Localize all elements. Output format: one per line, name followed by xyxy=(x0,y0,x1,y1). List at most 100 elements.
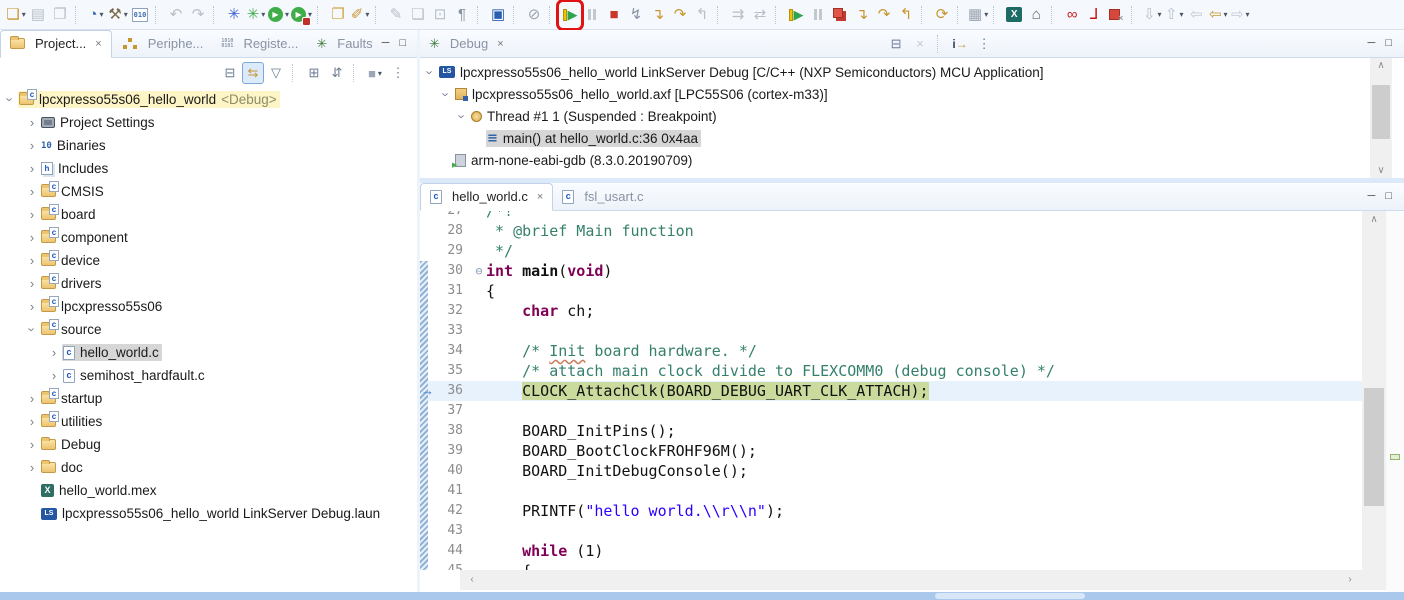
expander-open-icon[interactable]: › xyxy=(455,108,470,124)
expander-closed-icon[interactable]: › xyxy=(24,414,40,429)
fold-marker-icon[interactable]: ⊖ xyxy=(472,261,486,281)
open-console-icon[interactable]: ▣ xyxy=(488,3,508,27)
scrollbar-thumb[interactable] xyxy=(1372,85,1390,139)
project-item-cmsis[interactable]: ›CMSIS xyxy=(0,180,417,203)
project-item-binaries[interactable]: ›10Binaries xyxy=(0,134,417,157)
editor-tab-hello-world-c[interactable]: chello_world.c× xyxy=(420,183,553,211)
expander-closed-icon[interactable]: › xyxy=(24,437,40,452)
minimize-icon[interactable]: ─ xyxy=(1368,38,1376,49)
maximize-icon[interactable]: □ xyxy=(1385,191,1392,202)
scroll-up-icon[interactable]: ∧ xyxy=(1370,60,1392,71)
filter-icon[interactable]: ▽ xyxy=(265,62,287,84)
project-item-drivers[interactable]: ›drivers xyxy=(0,272,417,295)
show-whitespace-icon[interactable]: ¶ xyxy=(452,3,472,27)
show-disassembly-icon[interactable]: ⇄ xyxy=(750,3,770,27)
project-item-debug[interactable]: ›Debug xyxy=(0,433,417,456)
editor-horizontal-scrollbar[interactable]: ‹ › xyxy=(460,570,1362,590)
tab-project-[interactable]: Project...× xyxy=(0,30,112,58)
expander-closed-icon[interactable]: › xyxy=(24,184,40,199)
dropdown-arrow-icon[interactable]: ▾ xyxy=(1246,10,1250,19)
project-item-hello_world.c[interactable]: ›chello_world.c xyxy=(0,341,417,364)
window-bottom-scroll-segment[interactable] xyxy=(935,593,1085,599)
step-into-debug-icon[interactable]: ↴ xyxy=(852,3,872,27)
step-into-icon[interactable]: ↴ xyxy=(648,3,668,27)
project-item-lpcxpresso55s06[interactable]: ›lpcxpresso55s06 xyxy=(0,295,417,318)
restart-icon[interactable]: ⟳ xyxy=(932,3,952,27)
new-untitled-file-icon[interactable]: ✎ xyxy=(386,3,406,27)
debug-as-icon[interactable]: ✳▾ xyxy=(246,3,266,27)
close-icon[interactable]: × xyxy=(537,191,543,203)
project-item-board[interactable]: ›board xyxy=(0,203,417,226)
project-item-source[interactable]: ›source xyxy=(0,318,417,341)
select-working-set-icon[interactable]: ⊞ xyxy=(303,62,325,84)
code-area[interactable]: 27/*!28 * @brief Main function29 */30⊖in… xyxy=(420,211,1362,570)
home-icon[interactable]: ⌂ xyxy=(1026,3,1046,27)
scroll-down-icon[interactable]: ∨ xyxy=(1370,165,1392,176)
skip-all-breakpoints-icon[interactable]: ◔▾ xyxy=(86,3,106,27)
next-annotation-icon[interactable]: ❏ xyxy=(408,3,428,27)
dropdown-arrow-icon[interactable]: ▾ xyxy=(261,10,265,19)
mcuxpresso-config-tools-icon[interactable]: X xyxy=(1004,3,1024,27)
link-tool-icon[interactable]: ∞ xyxy=(1062,3,1082,27)
debug-item-thread[interactable]: ›Thread #1 1 (Suspended : Breakpoint) xyxy=(420,105,1362,127)
project-item-lpcxpresso55s06_hello_world[interactable]: ›lpcxpresso55s06_hello_world<Debug> xyxy=(0,88,417,111)
forward-icon[interactable]: ⇨▾ xyxy=(1230,3,1250,27)
collapse-all-icon[interactable]: ⊟ xyxy=(885,33,907,55)
project-item-includes[interactable]: ›hIncludes xyxy=(0,157,417,180)
resume-debug-icon[interactable]: ▶ xyxy=(786,3,806,27)
scrollbar-thumb[interactable] xyxy=(1364,388,1384,506)
pin-console-icon[interactable]: ⊘ xyxy=(524,3,544,27)
expander-closed-icon[interactable]: › xyxy=(24,299,40,314)
suspend-icon[interactable] xyxy=(582,3,602,27)
dropdown-arrow-icon[interactable]: ▾ xyxy=(100,10,104,19)
project-item-startup[interactable]: ›startup xyxy=(0,387,417,410)
terminate-icon[interactable]: ■ xyxy=(604,3,624,27)
debug-item-lpcxpresso55s06_hello_world.axf[interactable]: ›lpcxpresso55s06_hello_world.axf [LPC55S… xyxy=(420,83,1362,105)
layout-icon[interactable]: ■▾ xyxy=(364,62,386,84)
project-item-hello_world.mex[interactable]: Xhello_world.mex xyxy=(0,479,417,502)
dropdown-arrow-icon[interactable]: ▾ xyxy=(285,10,289,19)
restore-code-icon[interactable]: ⇧▾ xyxy=(1164,3,1184,27)
tab-faults[interactable]: ✳Faults xyxy=(307,30,381,58)
maximize-icon[interactable]: □ xyxy=(399,38,406,49)
link-with-editor-icon[interactable]: ⇆ xyxy=(242,62,264,84)
expander-closed-icon[interactable]: › xyxy=(24,138,40,153)
debug-vertical-scrollbar[interactable]: ∧ ∨ xyxy=(1370,58,1392,178)
project-explorer-tree[interactable]: ›lpcxpresso55s06_hello_world<Debug>›Proj… xyxy=(0,88,417,592)
expander-closed-icon[interactable]: › xyxy=(24,253,40,268)
debug-item-arm-none-eabi-gdb[interactable]: arm-none-eabi-gdb (8.3.0.20190709) xyxy=(420,149,1362,171)
open-resource-icon[interactable]: ❐ xyxy=(328,3,348,27)
collapse-all-icon[interactable]: ⊟ xyxy=(219,62,241,84)
debug-tree[interactable]: ›LSlpcxpresso55s06_hello_world LinkServe… xyxy=(420,58,1362,178)
dropdown-arrow-icon[interactable]: ▾ xyxy=(378,69,382,78)
last-edit-location-icon[interactable]: ⊡ xyxy=(430,3,450,27)
show-full-paths-icon[interactable]: i→ xyxy=(949,33,971,55)
back-icon[interactable]: ⇦▾ xyxy=(1208,3,1228,27)
scroll-right-icon[interactable]: › xyxy=(1342,574,1358,585)
instruction-stepping-icon[interactable]: ⇉ xyxy=(728,3,748,27)
dropdown-arrow-icon[interactable]: ▾ xyxy=(124,10,128,19)
expander-open-icon[interactable]: › xyxy=(3,92,18,108)
run-icon[interactable]: ▶▾ xyxy=(268,3,289,27)
update-code-icon[interactable]: ⇩▾ xyxy=(1142,3,1162,27)
expander-closed-icon[interactable]: › xyxy=(24,230,40,245)
dropdown-arrow-icon[interactable]: ▾ xyxy=(984,10,988,19)
step-over-debug-icon[interactable]: ↷ xyxy=(874,3,894,27)
memory-icon[interactable]: ▦▾ xyxy=(968,3,988,27)
build-icon[interactable]: ⚒▾ xyxy=(108,3,128,27)
project-item-lpcxpresso55s06_hello_world[interactable]: LSlpcxpresso55s06_hello_world LinkServer… xyxy=(0,502,417,525)
project-item-utilities[interactable]: ›utilities xyxy=(0,410,417,433)
tab-debug[interactable]: ✳Debug× xyxy=(420,30,513,58)
editor-vertical-scrollbar[interactable]: ∧ ∨ xyxy=(1362,211,1386,590)
dropdown-arrow-icon[interactable]: ▾ xyxy=(365,10,369,19)
expander-open-icon[interactable]: › xyxy=(423,64,438,80)
step-return-debug-icon[interactable]: ↰ xyxy=(896,3,916,27)
project-item-device[interactable]: ›device xyxy=(0,249,417,272)
expander-closed-icon[interactable]: › xyxy=(46,368,62,383)
expander-closed-icon[interactable]: › xyxy=(24,115,40,130)
save-icon[interactable]: ▤ xyxy=(28,3,48,27)
maximize-icon[interactable]: □ xyxy=(1385,38,1392,49)
expander-open-icon[interactable]: › xyxy=(439,86,454,102)
redo-icon[interactable]: ↷ xyxy=(188,3,208,27)
project-item-semihost_hardfault.c[interactable]: ›csemihost_hardfault.c xyxy=(0,364,417,387)
